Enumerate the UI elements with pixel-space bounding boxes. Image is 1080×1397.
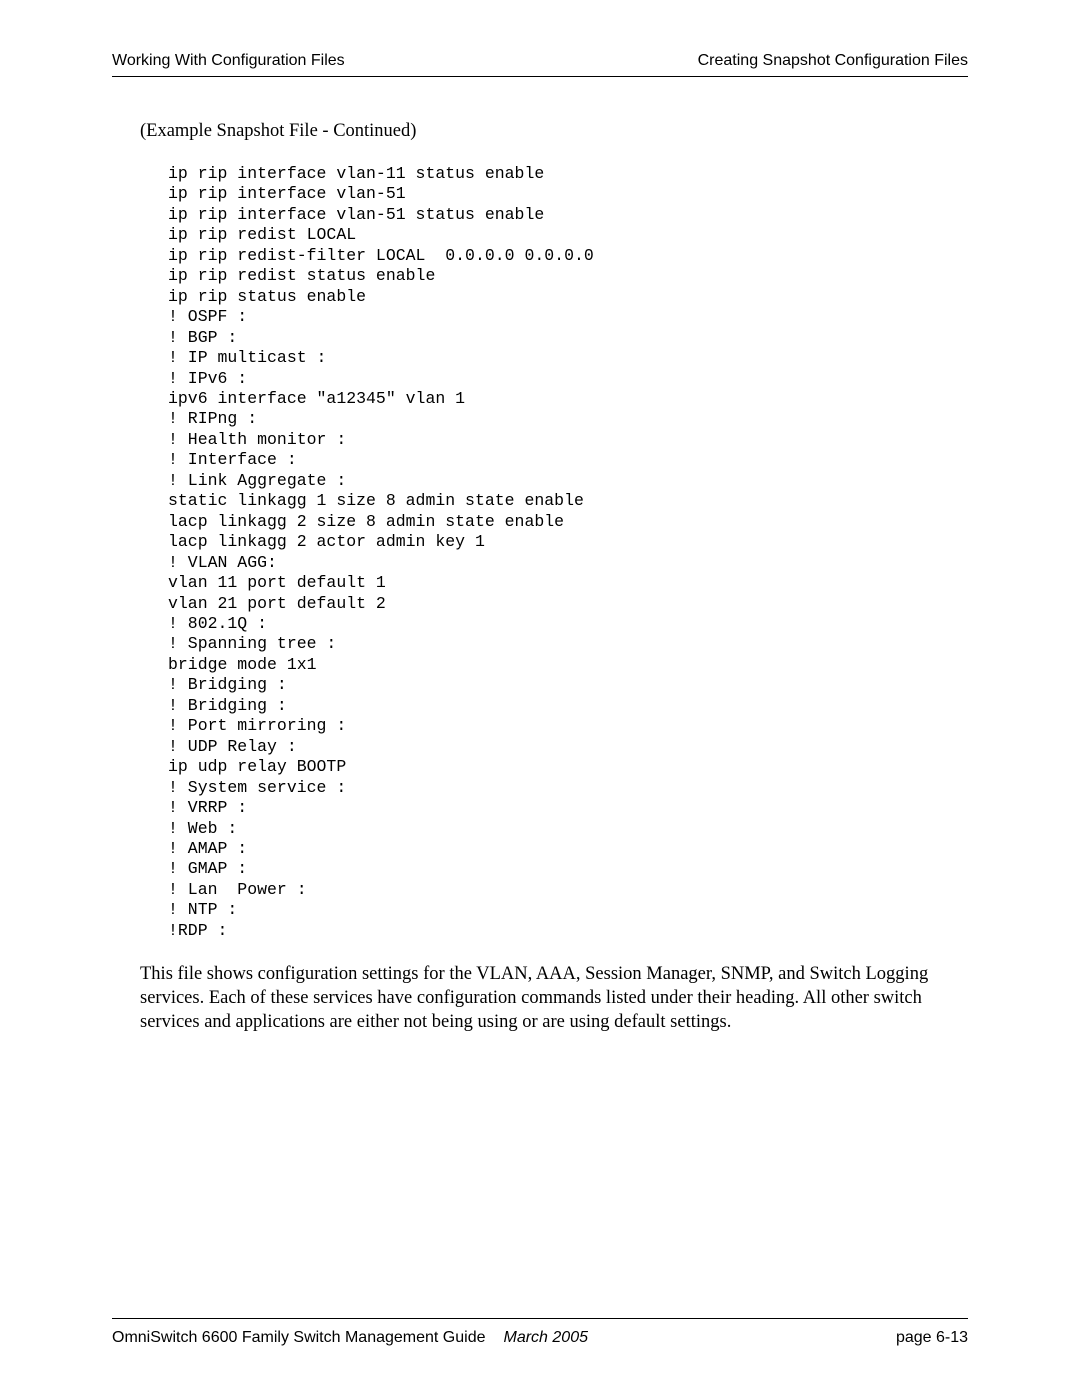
body-paragraph: This file shows configuration settings f…	[140, 963, 968, 1034]
header-left: Working With Configuration Files	[112, 52, 345, 70]
page-content: (Example Snapshot File - Continued) ip r…	[112, 121, 968, 1318]
example-subtitle: (Example Snapshot File - Continued)	[140, 121, 968, 142]
footer-page-number: page 6-13	[896, 1329, 968, 1347]
page-footer: OmniSwitch 6600 Family Switch Management…	[112, 1318, 968, 1347]
footer-title: OmniSwitch 6600 Family Switch Management…	[112, 1329, 486, 1347]
snapshot-code-block: ip rip interface vlan-11 status enable i…	[140, 164, 968, 941]
header-right: Creating Snapshot Configuration Files	[698, 52, 968, 70]
footer-left: OmniSwitch 6600 Family Switch Management…	[112, 1329, 588, 1347]
page-header: Working With Configuration Files Creatin…	[112, 52, 968, 77]
document-page: Working With Configuration Files Creatin…	[0, 0, 1080, 1397]
footer-date: March 2005	[504, 1329, 589, 1347]
